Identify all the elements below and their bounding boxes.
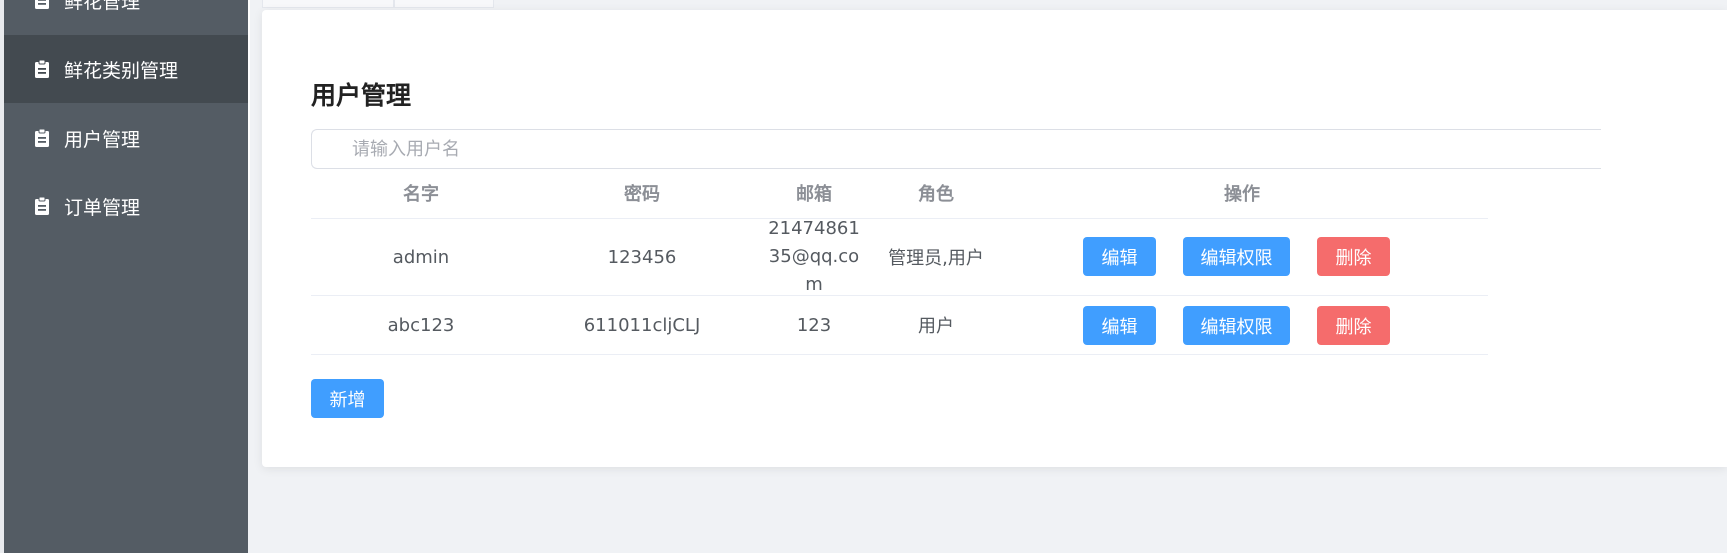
clipboard-icon: [34, 197, 50, 215]
search-input[interactable]: [311, 129, 1601, 169]
table-row: abc123 611011cljCLJ 123 用户 编辑 编辑权限 删除: [311, 296, 1488, 355]
sidebar-item-flower-categories[interactable]: 鲜花类别管理: [4, 35, 248, 103]
table-row: admin 123456 2147486135@qq.com 管理员,用户 编辑…: [311, 218, 1488, 296]
sidebar-item-orders[interactable]: 订单管理: [4, 172, 248, 240]
sidebar-item-flowers[interactable]: 鲜花管理: [4, 0, 248, 34]
clipboard-icon: [34, 129, 50, 147]
sidebar-item-label: 订单管理: [64, 196, 141, 219]
cell-name: admin: [392, 246, 450, 268]
cell-email: 2147486135@qq.com: [768, 218, 860, 295]
column-header-actions: 操作: [1224, 184, 1260, 205]
cell-name: abc123: [387, 314, 455, 336]
page-title: 用户管理: [311, 81, 412, 110]
column-header-role: 角色: [918, 184, 954, 205]
delete-button[interactable]: 删除: [1317, 237, 1390, 276]
cell-password: 611011cljCLJ: [583, 314, 701, 336]
tab[interactable]: [394, 0, 494, 8]
cell-password: 123456: [607, 246, 677, 268]
sidebar-item-users[interactable]: 用户管理: [4, 104, 248, 172]
add-user-button[interactable]: 新增: [311, 379, 384, 418]
column-header-name: 名字: [403, 184, 439, 205]
clipboard-icon: [34, 60, 50, 78]
sidebar-item-label: 鲜花管理: [64, 0, 141, 13]
column-header-email: 邮箱: [796, 184, 832, 205]
sidebar-item-label: 用户管理: [64, 128, 141, 151]
sidebar: 鲜花管理 鲜花类别管理 用户管理 订单管理: [4, 0, 248, 553]
content-card: 用户管理 名字 密码 邮箱 角色 操作 admin 123456 2147486…: [262, 10, 1727, 467]
table-header: 名字 密码 邮箱 角色 操作: [311, 174, 1488, 219]
column-header-password: 密码: [624, 184, 660, 205]
sidebar-divider: [248, 0, 250, 240]
edit-permissions-button[interactable]: 编辑权限: [1183, 237, 1290, 276]
edit-button[interactable]: 编辑: [1083, 237, 1156, 276]
delete-button[interactable]: 删除: [1317, 306, 1390, 345]
sidebar-item-label: 鲜花类别管理: [64, 59, 179, 82]
cell-email: 123: [796, 314, 832, 336]
clipboard-icon: [34, 0, 50, 9]
edit-permissions-button[interactable]: 编辑权限: [1183, 306, 1290, 345]
tab[interactable]: [262, 0, 394, 8]
top-tabs: [262, 0, 502, 8]
edit-button[interactable]: 编辑: [1083, 306, 1156, 345]
cell-role: 管理员,用户: [888, 248, 984, 269]
cell-role: 用户: [918, 316, 954, 337]
